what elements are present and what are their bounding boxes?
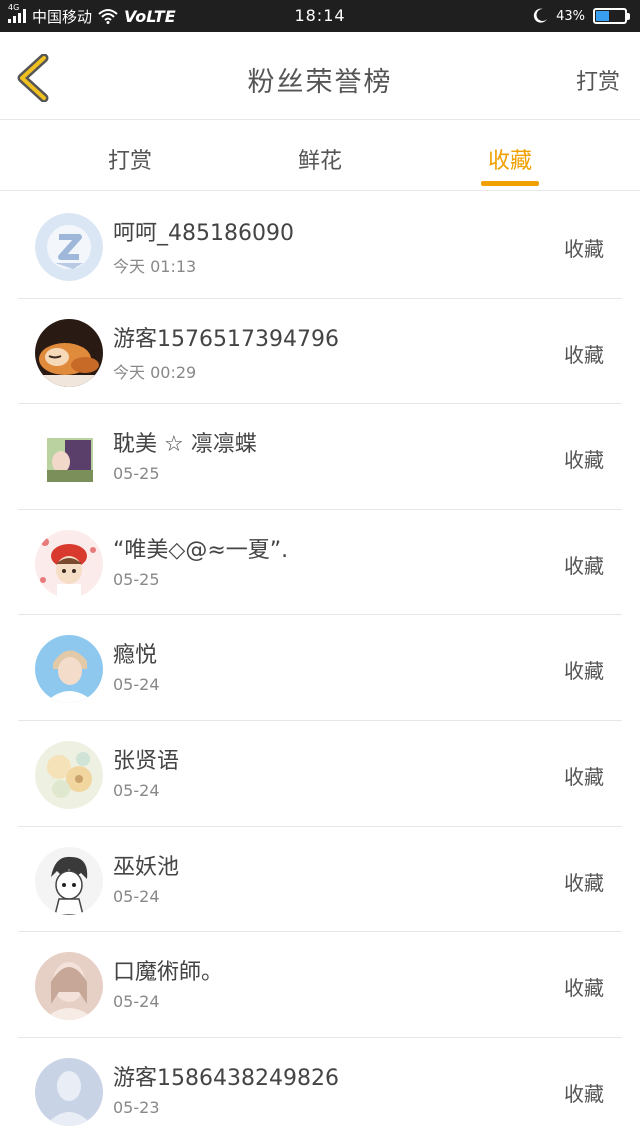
fan-name: 张贤语 — [113, 748, 180, 774]
list-item[interactable]: “唯美◇@≈一夏”. 05-25 收藏 — [18, 510, 622, 616]
action-type: 收藏 — [564, 870, 604, 895]
list-item[interactable]: 游客1576517394796 今天 00:29 收藏 — [18, 299, 622, 405]
action-type: 收藏 — [564, 1081, 604, 1106]
default-qq-icon — [35, 213, 103, 281]
active-tab-indicator — [481, 181, 539, 186]
tab-reward[interactable]: 打赏 — [60, 143, 200, 175]
avatar — [35, 529, 103, 598]
list-item[interactable]: 游客1586438249826 05-23 收藏 — [18, 1038, 622, 1138]
list-item[interactable]: 张贤语 05-24 收藏 — [18, 721, 622, 827]
fan-time: 今天 01:13 — [113, 257, 197, 276]
list-item[interactable]: 口魔術師。 05-24 收藏 — [18, 932, 622, 1038]
fan-time: 05-24 — [113, 780, 160, 800]
fan-time: 05-25 — [113, 464, 160, 484]
fan-name: 呵呵_485186090 — [113, 221, 294, 246]
fan-name: 口魔術師。 — [113, 960, 224, 986]
fan-name: 巫妖池 — [113, 854, 180, 880]
fan-name: 游客1586438249826 — [113, 1065, 339, 1091]
fan-time: 今天 00:29 — [113, 362, 197, 382]
avatar — [35, 213, 103, 281]
avatar — [35, 1057, 103, 1126]
fan-name: 耽美 ☆ 凛凛蝶 — [113, 432, 257, 458]
list-item[interactable]: 瘾悦 05-24 收藏 — [18, 615, 622, 721]
fan-time: 05-24 — [113, 886, 160, 906]
action-type: 收藏 — [564, 976, 604, 1001]
anime-girl-photo — [35, 428, 97, 491]
list-item[interactable]: 呵呵_485186090 今天 01:13 收藏 — [18, 193, 622, 299]
battery-icon — [593, 8, 630, 24]
portrait-photo — [35, 635, 103, 704]
flowers-photo — [35, 740, 103, 809]
battery-percent: 43% — [556, 8, 585, 24]
avatar — [35, 428, 97, 491]
tab-flowers[interactable]: 鲜花 — [250, 143, 390, 175]
action-type: 收藏 — [564, 237, 604, 261]
action-type: 收藏 — [564, 659, 604, 684]
fan-name: 瘾悦 — [113, 643, 158, 669]
action-type: 收藏 — [564, 342, 604, 367]
top-bar: 粉丝荣誉榜 打赏 — [0, 32, 640, 120]
avatar — [35, 740, 103, 809]
action-type: 收藏 — [564, 553, 604, 578]
list-item[interactable]: 巫妖池 05-24 收藏 — [18, 827, 622, 933]
fan-name: 游客1576517394796 — [113, 326, 339, 352]
fan-time: 05-24 — [113, 675, 160, 695]
tab-favorites[interactable]: 收藏 — [440, 143, 580, 175]
status-right: 43% — [532, 0, 630, 32]
avatar — [35, 318, 103, 387]
fan-time: 05-25 — [113, 569, 160, 589]
action-type: 收藏 — [564, 448, 604, 473]
fan-time: 05-23 — [113, 1097, 160, 1117]
avatar — [35, 952, 103, 1021]
status-bar: 4G 中国移动 VoLTE 18:14 43% — [0, 0, 640, 32]
manga-sketch-photo — [35, 846, 103, 915]
sleeping-cat-photo — [35, 318, 103, 387]
fan-name: “唯美◇@≈一夏”. — [113, 537, 289, 563]
avatar — [35, 846, 103, 915]
moon-icon — [532, 8, 548, 24]
default-person-icon — [35, 1057, 103, 1126]
fan-time: 05-24 — [113, 992, 160, 1012]
reward-button[interactable]: 打赏 — [576, 64, 620, 96]
blurred-portrait-photo — [35, 952, 103, 1021]
list-item[interactable]: 耽美 ☆ 凛凛蝶 05-25 收藏 — [18, 404, 622, 510]
tab-bar: 打赏 鲜花 收藏 — [0, 121, 640, 191]
battery-fill — [596, 11, 609, 21]
page-title: 粉丝荣誉榜 — [247, 67, 393, 98]
fan-list: 呵呵_485186090 今天 01:13 收藏 游客1576517394796… — [18, 193, 622, 1138]
red-hat-doll-photo — [35, 529, 103, 598]
avatar — [35, 635, 103, 704]
action-type: 收藏 — [564, 764, 604, 789]
